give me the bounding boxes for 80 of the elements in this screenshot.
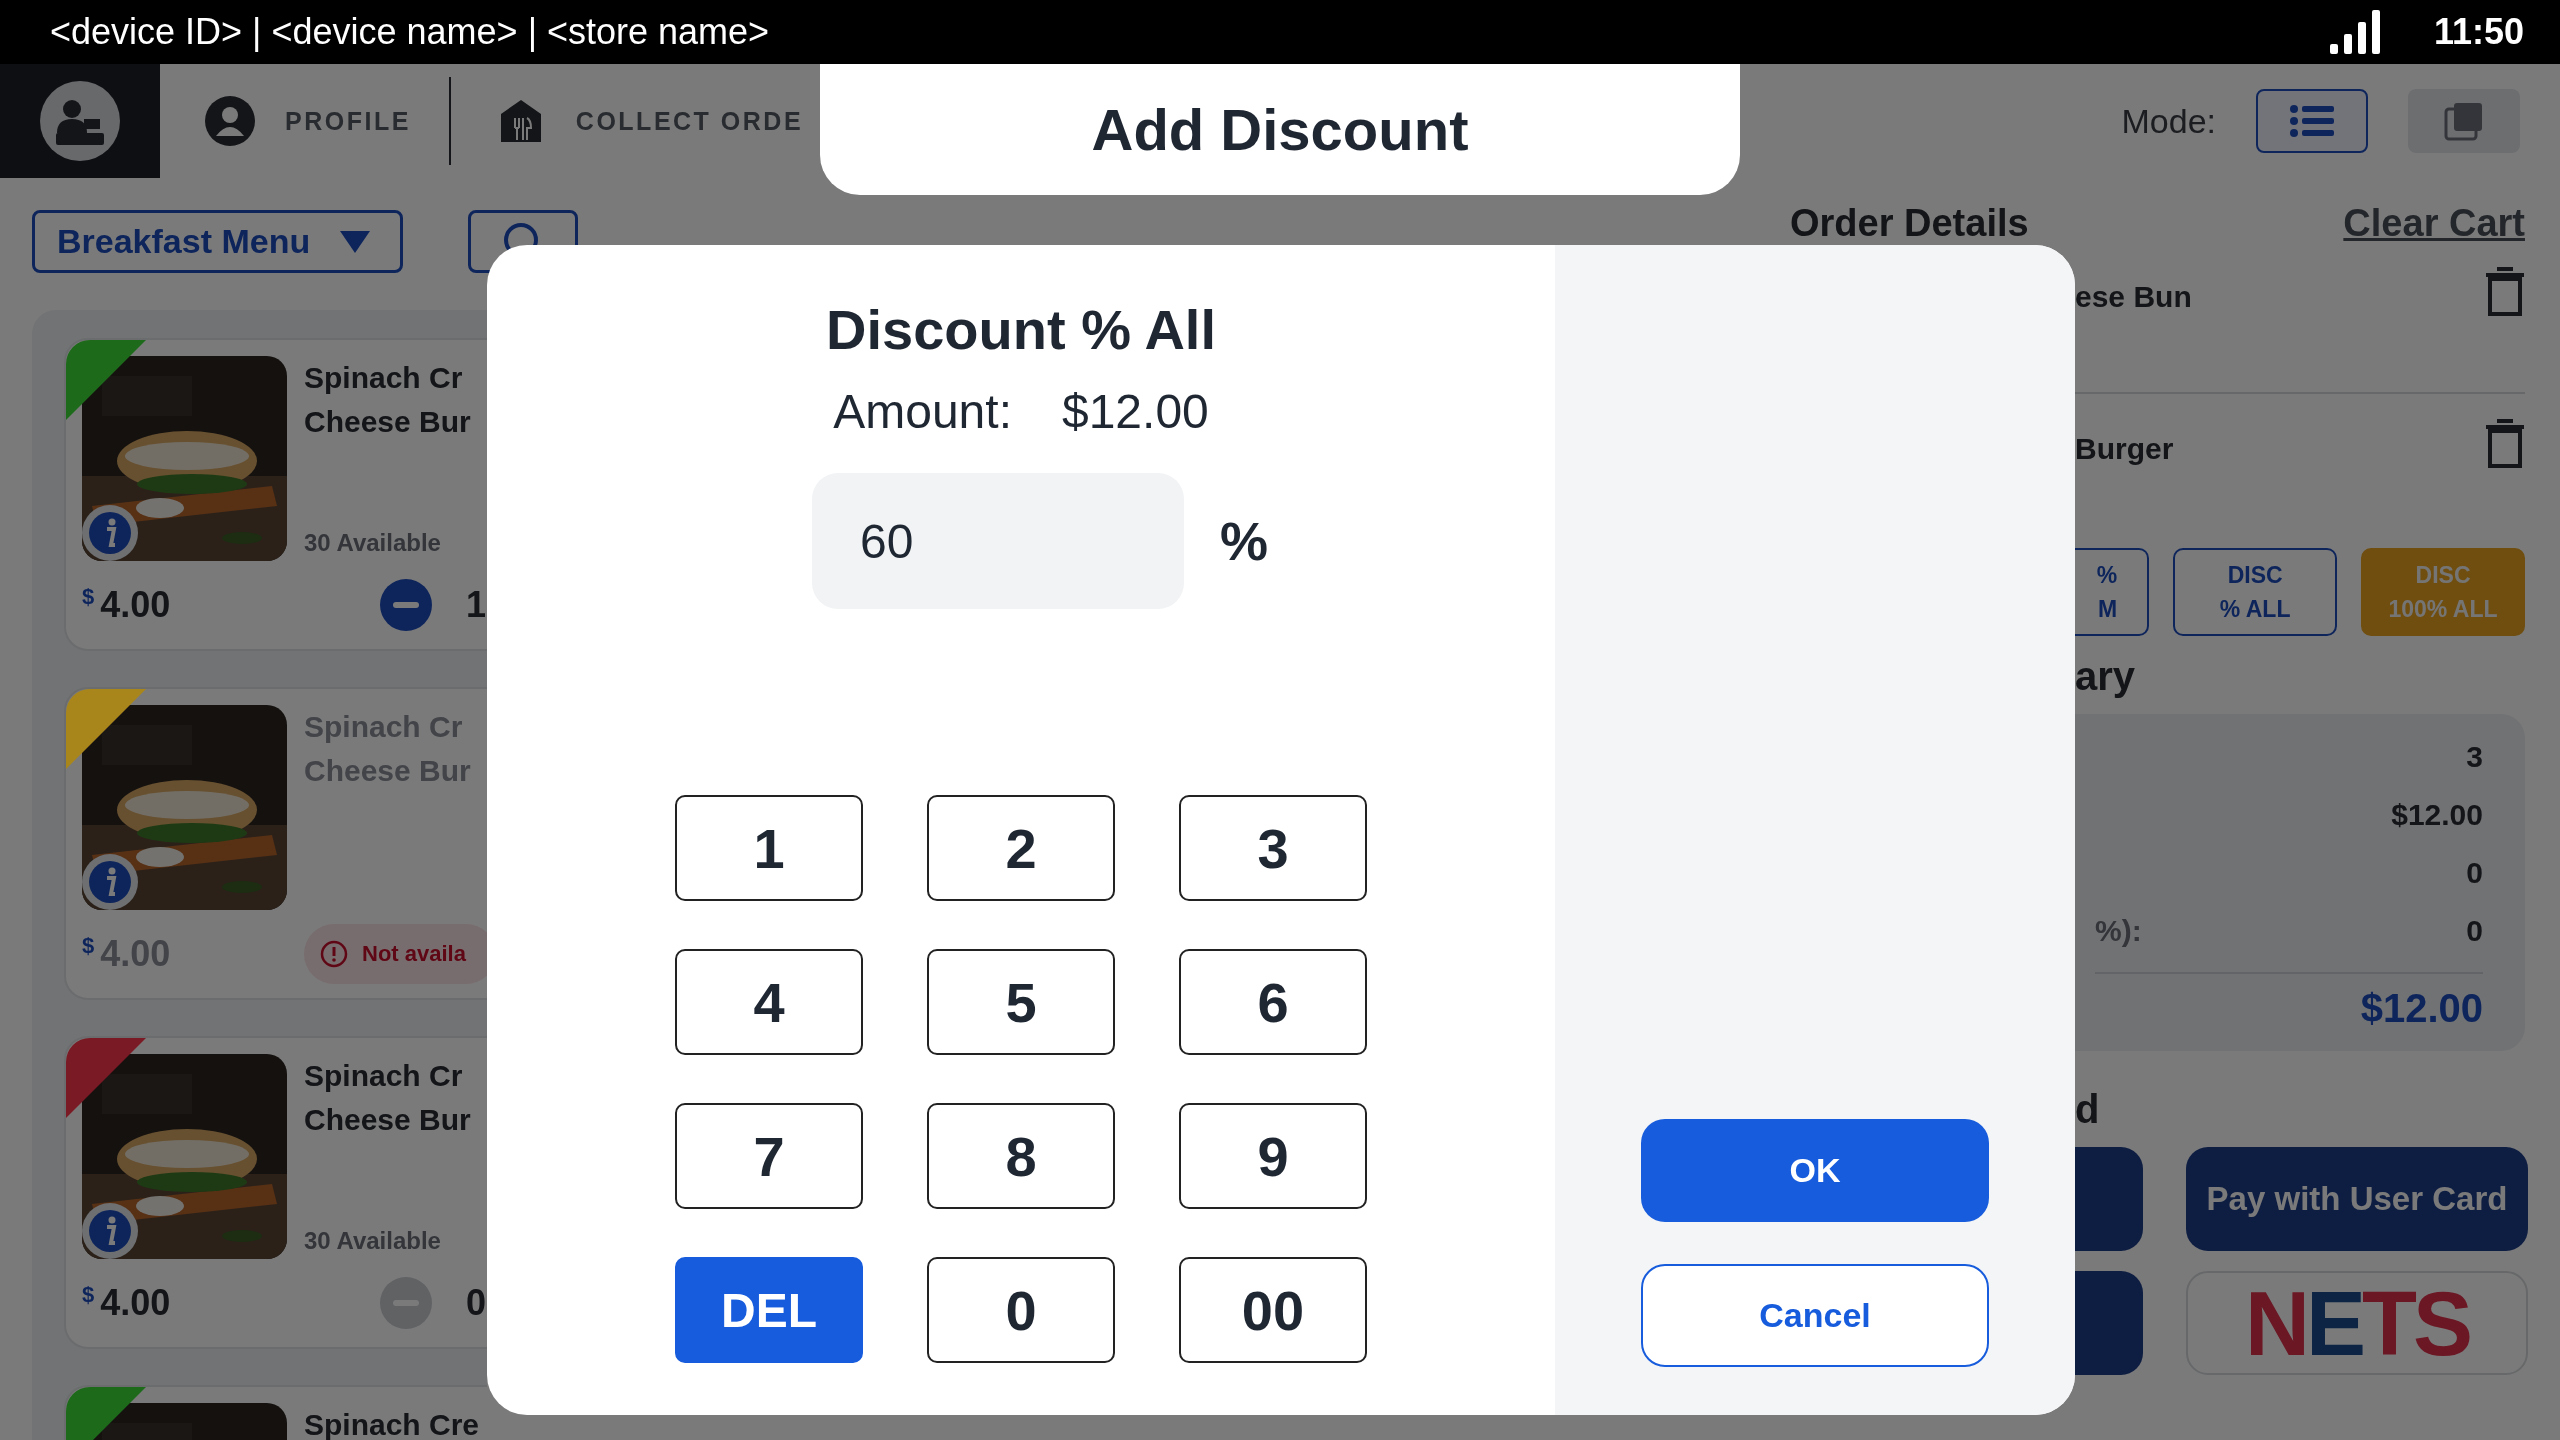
- ok-button[interactable]: OK: [1641, 1119, 1989, 1222]
- price: 4.00: [100, 584, 171, 626]
- home-tile[interactable]: [0, 64, 160, 178]
- clock: 11:50: [2433, 11, 2524, 53]
- product-name: Cheese Bur: [304, 1102, 471, 1138]
- currency-sign: $: [82, 1282, 95, 1308]
- section-heading: ary: [2075, 654, 2137, 700]
- info-icon[interactable]: [82, 1203, 138, 1259]
- number-key[interactable]: 3: [1179, 795, 1367, 901]
- number-key[interactable]: 1: [675, 795, 863, 901]
- cashier-icon: [40, 81, 120, 161]
- product-card[interactable]: Spinach Cr Cheese Bur $ 4.00 Not availa: [64, 687, 487, 1000]
- minus-icon: [393, 1300, 419, 1306]
- number-key[interactable]: 0: [927, 1257, 1115, 1363]
- price: 4.00: [100, 933, 171, 975]
- summary-value: $12.00: [2391, 798, 2483, 832]
- trash-icon[interactable]: [2485, 266, 2525, 316]
- number-key[interactable]: 2: [927, 795, 1115, 901]
- order-item-name: Burger: [2075, 432, 2174, 466]
- delete-key[interactable]: DEL: [675, 1257, 863, 1363]
- info-icon[interactable]: [82, 505, 138, 561]
- product-name: Spinach Cr: [304, 709, 464, 745]
- nets-button[interactable]: NETS: [2186, 1271, 2528, 1375]
- caret-icon: [340, 230, 370, 253]
- percent-field[interactable]: 60: [812, 473, 1184, 609]
- product-card[interactable]: Spinach Cr Cheese Bur 30 Available $ 4.00 1: [64, 338, 487, 651]
- product-name: Spinach Cr: [304, 1058, 464, 1094]
- number-key[interactable]: 4: [675, 949, 863, 1055]
- summary-value: 3: [2466, 740, 2483, 774]
- decrease-button[interactable]: [380, 579, 432, 631]
- number-key[interactable]: 00: [1179, 1257, 1367, 1363]
- currency-sign: $: [82, 933, 95, 959]
- amount-label: Amount:: [833, 384, 1012, 439]
- summary-value: 0: [2466, 914, 2483, 948]
- product-card[interactable]: Spinach Cr Cheese Bur 30 Available $ 4.00 0: [64, 1036, 487, 1349]
- category-dropdown[interactable]: Breakfast Menu: [32, 210, 403, 273]
- currency-sign: $: [82, 584, 95, 610]
- dialog-title: Add Discount: [1091, 96, 1469, 163]
- mode-label: Mode:: [2121, 101, 2216, 141]
- clear-cart-link[interactable]: Clear Cart: [2343, 201, 2525, 245]
- nav-tab[interactable]: PROFILE: [160, 96, 449, 146]
- badge-text: Not availa: [362, 941, 466, 967]
- product-name: Cheese Bur: [304, 753, 471, 789]
- number-key[interactable]: 8: [927, 1103, 1115, 1209]
- cancel-button[interactable]: Cancel: [1641, 1264, 1989, 1367]
- availability: 30 Available: [304, 1227, 442, 1256]
- payment-button[interactable]: [2075, 1147, 2143, 1251]
- discount-button[interactable]: DISC % ALL: [2173, 548, 2338, 636]
- amount-value: $12.00: [1061, 384, 1209, 439]
- order-item-name: ese Bun: [2075, 280, 2192, 314]
- product-name: Cheese Bur: [304, 404, 471, 440]
- percent-unit: %: [1220, 510, 1268, 572]
- payment-button[interactable]: Pay with User Card: [2186, 1147, 2528, 1251]
- list-icon: [2290, 105, 2334, 137]
- availability: 30 Available: [304, 529, 442, 558]
- number-key[interactable]: 6: [1179, 949, 1367, 1055]
- nav-tab[interactable]: COLLECT ORDE: [450, 96, 842, 146]
- total-value: $12.00: [2360, 986, 2483, 1031]
- alert-icon: [320, 940, 348, 968]
- quantity: 1: [466, 584, 487, 626]
- section-heading: d: [2075, 1087, 2101, 1133]
- payment-button[interactable]: [2075, 1271, 2143, 1375]
- summary-label: %):: [2095, 914, 2142, 948]
- minus-icon: [393, 602, 419, 608]
- price: 4.00: [100, 1282, 171, 1324]
- number-key[interactable]: 9: [1179, 1103, 1367, 1209]
- product-name: Spinach Cr: [304, 360, 464, 396]
- discount-title: Discount % All: [826, 297, 1216, 362]
- summary-value: 0: [2466, 856, 2483, 890]
- trash-icon[interactable]: [2485, 418, 2525, 468]
- windows-icon: [2444, 101, 2484, 141]
- person-icon: [205, 96, 255, 146]
- device-info: <device ID> | <device name> | <store name>: [50, 11, 770, 53]
- window-view-button[interactable]: [2408, 89, 2520, 153]
- quantity: 0: [466, 1282, 487, 1324]
- number-key[interactable]: 5: [927, 949, 1115, 1055]
- number-key[interactable]: 7: [675, 1103, 863, 1209]
- list-view-button[interactable]: [2256, 89, 2368, 153]
- info-icon[interactable]: [82, 854, 138, 910]
- order-title: Order Details: [1790, 201, 2029, 245]
